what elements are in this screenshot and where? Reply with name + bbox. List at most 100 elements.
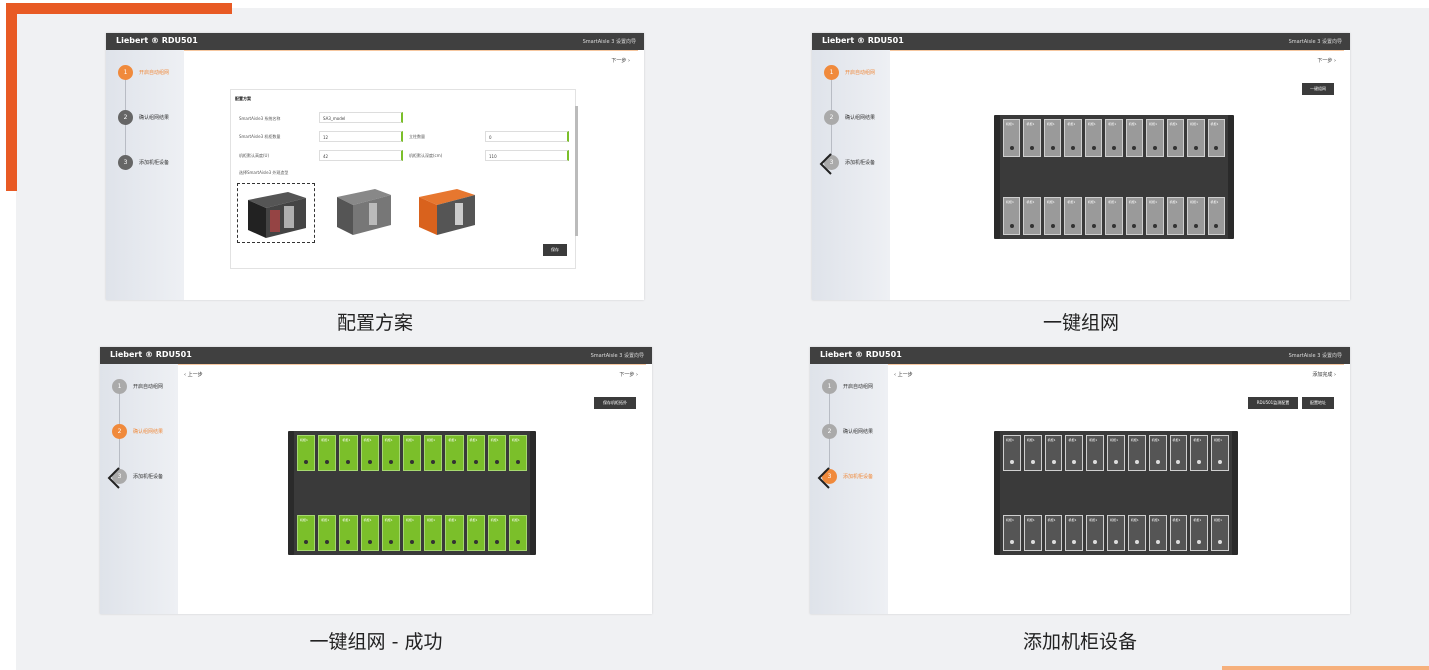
prev-step-link[interactable]: ‹ 上一步 (184, 371, 203, 378)
rack-cell[interactable]: 机柜1 (297, 515, 316, 551)
rack-cell[interactable]: 机柜1 (1190, 515, 1209, 551)
cabinet-depth-input[interactable]: 110 (485, 150, 569, 161)
rack-cell[interactable]: 机柜1 (1064, 197, 1082, 235)
rack-cell[interactable]: 机柜1 (1107, 435, 1125, 471)
rack-cell[interactable]: 机柜1 (1127, 515, 1146, 551)
step-1[interactable]: 1 开启自动组网 (822, 379, 888, 395)
next-step-link[interactable]: 下一步 › (611, 57, 630, 64)
rack-cell[interactable]: 机柜1 (1125, 119, 1144, 157)
prev-step-link[interactable]: ‹ 上一步 (894, 371, 913, 378)
rack-cell[interactable]: 机柜1 (1065, 435, 1084, 471)
one-click-network-button[interactable]: 一键组网 (1302, 83, 1334, 95)
rack-cell[interactable]: 机柜1 (1084, 197, 1103, 235)
next-step-link[interactable]: 下一步 › (1317, 57, 1336, 64)
rack-cell[interactable]: 机柜1 (1105, 197, 1123, 235)
rack-cell[interactable]: 机柜1 (1127, 435, 1146, 471)
rack-cell[interactable]: 机柜1 (381, 515, 400, 551)
rack-cell[interactable]: 机柜1 (1086, 435, 1105, 471)
rack-cell[interactable]: 机柜1 (1023, 515, 1042, 551)
step-1[interactable]: 1 开启自动组网 (112, 379, 178, 395)
rack-cell[interactable]: 机柜1 (1043, 119, 1062, 157)
model-option-gray[interactable] (325, 183, 403, 243)
rack-cell[interactable]: 机柜1 (1065, 515, 1084, 551)
model-option-black[interactable] (237, 183, 315, 243)
rack-cell[interactable]: 机柜1 (318, 515, 337, 551)
rack-cell[interactable]: 机柜1 (1023, 435, 1042, 471)
rack-cell[interactable]: 机柜1 (466, 435, 485, 471)
rack-cell[interactable]: 机柜1 (1023, 197, 1041, 235)
rack-cell[interactable]: 机柜1 (508, 435, 528, 471)
cabinet-count-input[interactable]: 12 (319, 131, 403, 142)
rack-cell[interactable]: 机柜1 (1169, 435, 1188, 471)
scrollbar[interactable] (575, 106, 578, 236)
back-arrow-icon[interactable] (818, 152, 834, 176)
rack-cell[interactable]: 机柜1 (1207, 119, 1225, 157)
model-option-orange[interactable] (409, 183, 487, 243)
step-2[interactable]: 2 确认组网结果 (118, 110, 184, 126)
rack-cell[interactable]: 机柜1 (339, 435, 358, 471)
rack-cell[interactable]: 机柜1 (1187, 197, 1205, 235)
rack-cell[interactable]: 机柜1 (1043, 197, 1062, 235)
rack-cell[interactable]: 机柜1 (424, 515, 443, 551)
rack-cell[interactable]: 机柜1 (1086, 515, 1105, 551)
rack-cell[interactable]: 机柜1 (1169, 515, 1188, 551)
step-1[interactable]: 1 开启自动组网 (118, 65, 184, 81)
aisle-count-input[interactable]: 0 (485, 131, 569, 142)
rack-cell[interactable]: 机柜1 (381, 435, 400, 471)
rack-cell[interactable]: 机柜1 (1190, 435, 1209, 471)
rack-cell[interactable]: 机柜1 (1146, 119, 1164, 157)
system-name-input[interactable]: SA3_model (319, 112, 403, 123)
rack-cell[interactable]: 机柜1 (1211, 515, 1229, 551)
save-button[interactable]: 保存 (543, 244, 567, 256)
rack-cell[interactable]: 机柜1 (360, 515, 379, 551)
rack-cell[interactable]: 机柜1 (318, 435, 337, 471)
rack-cell[interactable]: 机柜1 (487, 435, 506, 471)
back-arrow-icon[interactable] (816, 466, 832, 490)
rack-cell[interactable]: 机柜1 (297, 435, 316, 471)
back-arrow-icon[interactable] (106, 466, 122, 490)
rack-cell[interactable]: 机柜1 (1003, 435, 1021, 471)
rack-cell[interactable]: 机柜1 (339, 515, 358, 551)
rack-cell[interactable]: 机柜1 (466, 515, 485, 551)
step-3[interactable]: 3 添加机柜设备 (118, 155, 184, 171)
step-1[interactable]: 1 开启自动组网 (824, 65, 890, 81)
rack-cell[interactable]: 机柜1 (1207, 197, 1225, 235)
configure-address-button[interactable]: 配置地址 (1302, 397, 1334, 409)
rack-cell[interactable]: 机柜1 (424, 435, 443, 471)
rack-cell[interactable]: 机柜1 (445, 435, 464, 471)
step-2[interactable]: 2 确认组网结果 (824, 110, 890, 126)
cabinet-gray-image (337, 189, 391, 235)
rack-cell[interactable]: 机柜1 (1064, 119, 1082, 157)
config-form-card: 配置方案 SmartAisle3 系统名称 SA3_model SmartAis… (230, 89, 576, 269)
rack-cell[interactable]: 机柜1 (1107, 515, 1125, 551)
rack-cell[interactable]: 机柜1 (1044, 435, 1063, 471)
cabinet-height-input[interactable]: 42 (319, 150, 403, 161)
rack-cell[interactable]: 机柜1 (1166, 119, 1185, 157)
rdu-monitor-config-button[interactable]: RDU501监测配置 (1248, 397, 1298, 409)
rack-cell[interactable]: 机柜1 (487, 515, 506, 551)
rack-cell[interactable]: 机柜1 (402, 515, 422, 551)
save-topology-button[interactable]: 保存机柜拓扑 (594, 397, 636, 409)
rack-cell[interactable]: 机柜1 (1148, 515, 1167, 551)
rack-cell[interactable]: 机柜1 (1044, 515, 1063, 551)
rack-cell[interactable]: 机柜1 (1105, 119, 1123, 157)
rack-cell[interactable]: 机柜1 (402, 435, 422, 471)
rack-cell[interactable]: 机柜1 (360, 435, 379, 471)
rack-cell[interactable]: 机柜1 (1003, 119, 1021, 157)
next-step-link[interactable]: 下一步 › (619, 371, 638, 378)
rack-cell[interactable]: 机柜1 (1146, 197, 1164, 235)
finish-link[interactable]: 添加完成 › (1312, 371, 1336, 378)
rack-cell[interactable]: 机柜1 (1023, 119, 1041, 157)
rack-cell[interactable]: 机柜1 (1166, 197, 1185, 235)
rack-cell[interactable]: 机柜1 (1125, 197, 1144, 235)
rack-cell[interactable]: 机柜1 (508, 515, 528, 551)
rack-cell[interactable]: 机柜1 (445, 515, 464, 551)
rack-cell[interactable]: 机柜1 (1084, 119, 1103, 157)
step-2[interactable]: 2 确认组网结果 (822, 424, 888, 440)
rack-cell[interactable]: 机柜1 (1211, 435, 1229, 471)
rack-cell[interactable]: 机柜1 (1148, 435, 1167, 471)
rack-cell[interactable]: 机柜1 (1003, 515, 1021, 551)
step-2[interactable]: 2 确认组网结果 (112, 424, 178, 440)
rack-cell[interactable]: 机柜1 (1187, 119, 1205, 157)
rack-cell[interactable]: 机柜1 (1003, 197, 1021, 235)
